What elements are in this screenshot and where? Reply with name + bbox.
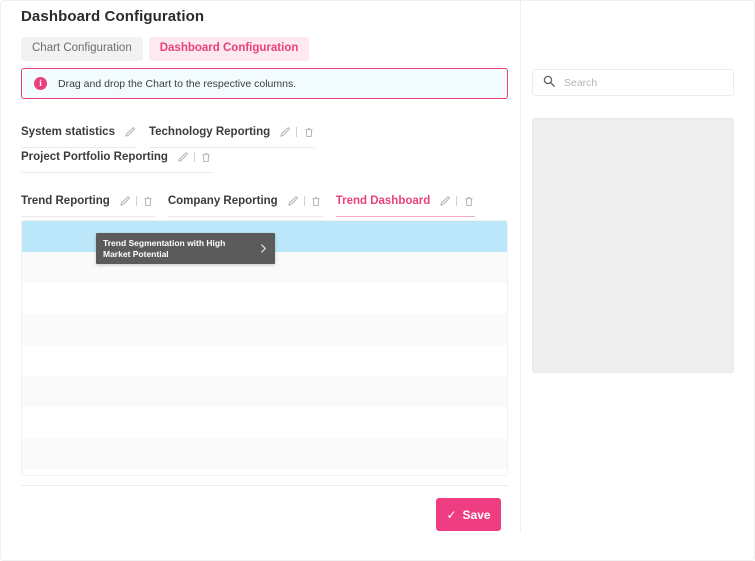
pencil-icon[interactable] [278,126,291,139]
dashboard-tab-actions [438,195,475,208]
trash-icon[interactable] [302,126,315,139]
dashboard-tab-actions [286,195,323,208]
dashboard-tab-label[interactable]: Project Portfolio Reporting [21,151,168,163]
info-banner-text: Drag and drop the Chart to the respectiv… [58,78,296,90]
footer-divider [21,485,508,486]
mode-tab-group: Chart Configuration Dashboard Configurat… [21,37,309,61]
pencil-icon[interactable] [118,195,131,208]
action-divider [456,196,457,206]
info-banner: i Drag and drop the Chart to the respect… [21,68,508,99]
dragged-chart-chip[interactable]: Trend Segmentation with High Market Pote… [96,233,275,264]
dragged-chart-chip-label: Trend Segmentation with High Market Pote… [103,238,260,259]
dashboard-tab-trend-dashboard[interactable]: Trend Dashboard [336,192,476,217]
drop-row[interactable] [22,376,507,407]
dashboard-tab-actions [123,126,136,139]
dashboard-configuration-page: Dashboard Configuration Chart Configurat… [0,0,755,561]
pencil-icon[interactable] [123,126,136,139]
pencil-icon[interactable] [438,195,451,208]
dashboard-tab-actions [278,126,315,139]
dashboard-tab-project-portfolio-reporting[interactable]: Project Portfolio Reporting [21,148,213,173]
drop-row[interactable] [22,345,507,376]
pencil-icon[interactable] [176,151,189,164]
chart-search-box[interactable] [532,69,734,96]
action-divider [296,127,297,137]
action-divider [194,152,195,162]
action-divider [304,196,305,206]
pencil-icon[interactable] [286,195,299,208]
available-charts-panel[interactable] [532,118,734,373]
info-circle-icon: i [34,77,47,90]
trash-icon[interactable] [142,195,155,208]
trash-icon[interactable] [310,195,323,208]
drop-row[interactable] [22,314,507,345]
tab-dashboard-configuration-label: Dashboard Configuration [160,42,299,54]
dashboard-tab-row: System statistics Technology Reporting [21,123,511,173]
trash-icon[interactable] [200,151,213,164]
chevron-right-icon[interactable] [260,240,267,258]
save-button[interactable]: ✓ Save [436,498,501,531]
dashboard-tab-actions [118,195,155,208]
dashboard-tab-system-statistics[interactable]: System statistics [21,123,136,148]
search-icon [543,74,555,92]
dashboard-tab-technology-reporting[interactable]: Technology Reporting [149,123,315,148]
dashboard-tab-label[interactable]: Technology Reporting [149,126,270,138]
save-button-label: Save [463,508,491,522]
dashboard-tab-trend-reporting[interactable]: Trend Reporting [21,192,155,217]
drop-row[interactable] [22,283,507,314]
dashboard-tab-label[interactable]: Company Reporting [168,195,278,207]
tab-chart-configuration-label: Chart Configuration [32,42,132,54]
action-divider [136,196,137,206]
page-title: Dashboard Configuration [21,8,204,25]
trash-icon[interactable] [462,195,475,208]
search-input[interactable] [564,77,714,89]
dashboard-tab-actions [176,151,213,164]
check-icon: ✓ [446,509,456,521]
panel-divider [520,1,521,532]
dashboard-tab-label[interactable]: System statistics [21,126,115,138]
tab-chart-configuration[interactable]: Chart Configuration [21,37,143,61]
tab-dashboard-configuration[interactable]: Dashboard Configuration [149,37,310,61]
drop-row[interactable] [22,407,507,438]
dashboard-tab-label[interactable]: Trend Reporting [21,195,110,207]
dashboard-tab-label[interactable]: Trend Dashboard [336,195,431,207]
dashboard-tab-company-reporting[interactable]: Company Reporting [168,192,323,217]
drop-row[interactable] [22,438,507,469]
